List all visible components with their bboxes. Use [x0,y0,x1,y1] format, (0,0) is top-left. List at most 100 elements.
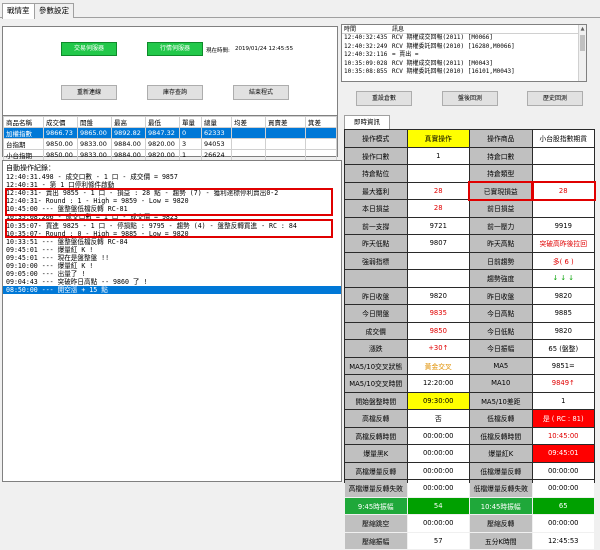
info-row: 前一支撐 9721 前一壓力 9919 [345,217,594,234]
log-line[interactable]: 09:10:00 --- 爆量紅 K ! [3,262,341,270]
log-line[interactable]: 09:45:01 --- 現在是盤整盤 !! [3,254,341,262]
info-label: 今日高點 [470,305,532,322]
cell: 26624 [201,149,232,161]
tab-settings[interactable]: 參數設定 [34,3,74,18]
col-header: 均差 [231,116,266,128]
info-label: 趨勢強度 [470,270,532,287]
message-log[interactable]: 時間 訊息 12:40:32:435 RCV 期權成交回報(2011) [M006… [341,24,587,82]
info-value: 65 (盤整) [532,340,594,357]
info-value: 突破高昨後拉回 [532,235,594,252]
cell: 9884.00 [111,149,146,161]
info-label: 開始盤整時間 [345,392,407,409]
cell: 9850.00 [43,149,78,161]
info-label: 低檔反轉 [470,410,532,427]
cell: 加權指數 [3,127,44,139]
table-row[interactable]: 小台指期 9850.00 9833.00 9884.00 9820.00 1 26624 [3,149,337,161]
table-row[interactable]: 台指期 9850.00 9833.00 9884.00 9820.00 3 94053 [3,138,337,150]
realized-pnl-label: 已實現損益 [468,180,534,201]
info-value: 28 [407,200,469,217]
cell: 9820.00 [145,138,180,150]
info-value: 9835 [407,305,469,322]
info-label: 爆量黑K [345,445,407,462]
col-header: 買賣差 [265,116,306,128]
info-row: 成交價 9850 今日低點 9820 [345,322,594,339]
cell [265,149,306,161]
cell: 9833.00 [77,138,112,150]
info-label: 持倉類型 [470,165,532,182]
clock-label: 現在時間: [206,48,230,54]
info-label: MA5 [470,357,532,374]
info-value: 65 [532,497,594,514]
col-header: 最高 [111,116,146,128]
log-line[interactable]: 09:05:00 --- 出量了 ! [3,270,341,278]
info-label: 前一支撐 [345,217,407,234]
info-label: 低檔爆量反轉 [470,462,532,479]
cell [305,127,337,139]
table-row[interactable]: 加權指數 9866.73 9865.00 9892.82 9847.32 0 62333 [3,127,337,139]
scroll-thumb[interactable] [580,35,585,51]
info-label: 爆量紅K [470,445,532,462]
info-label: 前日損益 [470,200,532,217]
info-value [532,200,594,217]
info-value [407,252,469,269]
log-line[interactable]: 09:45:01 --- 爆量紅 K ! [3,246,341,254]
info-row: 壓縮振幅 57 五分K時間 12:45:53 [345,532,594,549]
clock-value: 2019/01/24 12:45:55 [235,46,294,52]
info-label: 操作模式 [345,130,407,147]
info-row: 持倉點位 持倉類型 [345,165,594,182]
reset-position-button[interactable]: 重設倉數 [356,91,412,106]
inventory-query-button[interactable]: 庫存查詢 [147,85,203,100]
info-value: 28 [407,182,469,199]
info-row: 9:45時振幅 54 10:45時振幅 65 [345,497,594,514]
info-label: 低檔爆量反轉失敗 [470,480,532,497]
info-label: 昨天低點 [345,235,407,252]
quote-server-button[interactable]: 行情伺服器 [147,42,203,56]
auto-operation-log[interactable]: 自動操作紀錄： 12:40:31.498 - 成交口數 - 1 口 - 成交價 … [2,160,342,482]
list-item[interactable]: 10:35:09:028 RCV 期權成交回報(2011) [M0043] [342,60,586,69]
trade-server-button[interactable]: 交易伺服器 [61,42,117,56]
info-value: 00:00:00 [532,462,594,479]
cell [231,149,266,161]
info-value: 9721 [407,217,469,234]
exit-button[interactable]: 結束程式 [233,85,289,100]
log-scrollbar[interactable]: ▲ [578,25,586,81]
col-header: 最低 [145,116,180,128]
info-label: 壓縮振幅 [345,532,407,549]
list-item[interactable]: 12:40:32:116 = 賣出 = [342,51,586,60]
info-row: 開始盤整時間 09:30:00 MA5/10差距 1 [345,392,594,409]
info-row: MA5/10交叉狀態 黃金交叉 MA5 9851= [345,357,594,374]
cell [231,138,266,150]
cell: 9884.00 [111,138,146,150]
col-message: 訊息 [392,26,405,33]
info-value: 真實操作 [407,130,469,147]
info-value [407,270,469,287]
reconnect-button[interactable]: 重新連線 [61,85,117,100]
info-row: 爆量黑K 00:00:00 爆量紅K 09:45:01 [345,445,594,462]
tab-war-room[interactable]: 戰情室 [2,3,35,19]
col-header: 箕差 [305,116,337,128]
info-value [407,165,469,182]
info-label: 五分K時間 [470,532,532,549]
scroll-up-icon[interactable]: ▲ [579,25,586,33]
log-line[interactable]: 09:04:43 --- 突破昨日高點 -- 9860 了 ! [3,278,341,286]
info-row: 強弱指標 日前趨勢 多( 6 ) [345,252,594,269]
info-value: 9849↑ [532,375,594,392]
list-item[interactable]: 12:40:32:249 RCV 期權委託回報(2010) [16280,M006… [342,43,586,52]
cell: 9865.00 [77,127,112,139]
info-row: 高檔反轉時間 00:00:00 低檔反轉時間 10:45:00 [345,427,594,444]
list-item[interactable]: 10:35:08:855 RCV 期權委託回報(2010) [16101,M004… [342,68,586,77]
list-item[interactable]: 12:40:32:435 RCV 期權成交回報(2011) [M0066] [342,34,586,43]
history-backtest-button[interactable]: 歷史回測 [527,91,583,106]
info-row: 高檔爆量反轉失敗 00:00:00 低檔爆量反轉失敗 00:00:00 [345,480,594,497]
info-value: 9807 [407,235,469,252]
log-line[interactable]: 10:33:51 --- 盤整盤低檔反轉 RC-84 [3,238,341,246]
info-label: 強弱指標 [345,252,407,269]
cell [265,127,306,139]
col-header: 總量 [201,116,232,128]
cell: 3 [179,138,202,150]
cell: 9847.32 [145,127,180,139]
log-line-selected[interactable]: 08:50:00 --- 開空漲 + 15 點 [3,286,341,295]
post-market-backtest-button[interactable]: 盤後回測 [442,91,498,106]
tab-realtime-info[interactable]: 即時資訊 [344,115,390,129]
log-line[interactable]: 12:40:31.498 - 成交口數 - 1 口 - 成交價 = 9857 [3,173,341,181]
